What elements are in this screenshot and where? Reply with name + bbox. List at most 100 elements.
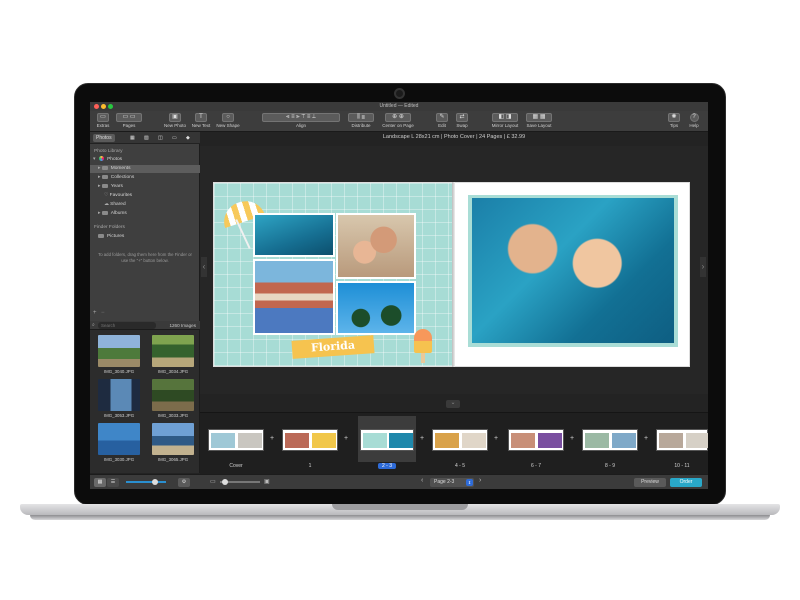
spread-cover[interactable] (208, 429, 264, 451)
grid-view-icon[interactable]: ▦ (94, 478, 106, 487)
photo-frame-2[interactable] (336, 213, 416, 279)
tab-cliparts-icon[interactable]: ◫ (158, 134, 163, 142)
tab-masks-icon[interactable]: ◆ (186, 134, 190, 142)
app-window: Untitled — Edited ▭ Extras ▭ ▭ Pages ▣ N… (90, 102, 708, 489)
remove-folder-minus-icon[interactable]: − (101, 310, 105, 316)
pages-button[interactable]: ▭ ▭ Pages (114, 113, 144, 131)
previous-spread-chevron-icon[interactable]: ‹ (421, 477, 423, 484)
add-page-plus-icon[interactable]: + (644, 435, 648, 442)
folder-icon (101, 174, 108, 179)
toolbar: ▭ Extras ▭ ▭ Pages ▣ New Photo T New Tex… (90, 111, 708, 132)
add-folder-plus-icon[interactable]: + (93, 310, 97, 316)
order-button[interactable]: Order (670, 478, 702, 487)
distribute-control[interactable]: ⫼ ≣ Distribute (346, 113, 376, 131)
new-text-button[interactable]: T New Text (190, 113, 212, 131)
add-folders-hint: To add folders, drag them here from the … (98, 252, 192, 263)
spread-label: 6 - 7 (530, 463, 541, 469)
previous-page-arrow-icon[interactable]: ‹ (201, 257, 207, 277)
tab-layouts-icon[interactable]: ▦ (130, 134, 135, 142)
swap-button[interactable]: ⇄ Swap (454, 113, 470, 131)
new-shape-label: New Shape (216, 123, 240, 128)
list-view-icon[interactable]: ☰ (107, 478, 119, 487)
next-spread-chevron-icon[interactable]: › (479, 477, 481, 484)
spread-label: 8 - 9 (604, 463, 615, 469)
tab-frames-icon[interactable]: ▭ (172, 134, 177, 142)
right-page[interactable] (453, 182, 690, 367)
distribute-label: Distribute (351, 123, 371, 128)
spread-thumb-photo (312, 433, 336, 448)
image-thumbnail[interactable] (152, 379, 194, 411)
tree-item-label: Collections (110, 175, 135, 180)
spread-thumb-photo (511, 433, 535, 448)
help-button[interactable]: ? Help (686, 113, 702, 131)
popsicle-stick (421, 353, 425, 363)
thumbnail-size-slider-knob[interactable] (152, 479, 158, 485)
next-page-arrow-icon[interactable]: › (700, 257, 706, 277)
search-icon: ⌕ (92, 322, 95, 328)
sidebar: Photos ▦ ▧ ◫ ▭ ◆ Photo Library ▾ Photos … (90, 132, 200, 321)
image-thumbnail[interactable] (152, 335, 194, 367)
add-page-plus-icon[interactable]: + (344, 435, 348, 442)
photo-frame-3[interactable] (253, 259, 335, 335)
spread-10-11[interactable] (656, 429, 708, 451)
tips-button[interactable]: ✺ Tips (666, 113, 682, 131)
canvas-zoom-slider-knob[interactable] (222, 479, 228, 485)
tree-item-albums[interactable]: ▸ Albums (98, 210, 127, 218)
thumbnail-label: IMG_3053.JPG (103, 413, 135, 418)
page-select-value: Page 2-3 (434, 479, 455, 485)
align-control[interactable]: ⫷ ≡ ⫸ ⊤ ≡ ⊥ Align (260, 113, 342, 131)
photo-frame-4[interactable] (336, 281, 416, 335)
tab-backgrounds-icon[interactable]: ▧ (144, 134, 149, 142)
image-thumbnail[interactable] (152, 423, 194, 455)
page-select[interactable]: Page 2-3 ⇕ (430, 478, 474, 487)
save-layout-button[interactable]: ▦ ▦ Save Layout (524, 113, 554, 131)
spread-thumb-photo (686, 433, 708, 448)
image-thumbnail[interactable] (98, 335, 140, 367)
tree-item-favourites[interactable]: ♡ Favourites (104, 192, 132, 200)
photo-library-label: Photo Library (94, 149, 123, 154)
photo-frame-1[interactable] (253, 213, 335, 257)
settings-gear-icon[interactable]: ⚙ (178, 478, 190, 487)
center-on-page-control[interactable]: ⊕ ⊕ Center on Page (378, 113, 418, 131)
spread-thumb-photo (238, 433, 262, 448)
window-title: Untitled — Edited (379, 103, 419, 109)
spread-2-3[interactable] (360, 429, 414, 451)
new-photo-button[interactable]: ▣ New Photo (162, 113, 188, 131)
add-page-plus-icon[interactable]: + (270, 435, 274, 442)
collapse-chevron-icon[interactable]: ⌄ (446, 400, 460, 408)
photo-kids-hug (255, 261, 333, 333)
spread-4-5[interactable] (432, 429, 488, 451)
new-shape-button[interactable]: ○ New Shape (214, 113, 242, 131)
tree-item-shared[interactable]: ☁ Shared (104, 201, 126, 209)
spread-8-9[interactable] (582, 429, 638, 451)
image-search-row: ⌕ 1260 Images (90, 321, 200, 330)
align-icons: ⫷ ≡ ⫸ ⊤ ≡ ⊥ (262, 113, 340, 122)
tree-item-moments[interactable]: ▸ Moments (90, 165, 200, 173)
thumbnail-size-slider[interactable] (126, 481, 166, 483)
spread-6-7[interactable] (508, 429, 564, 451)
photo-family (338, 215, 414, 277)
tree-photos[interactable]: ▾ Photos (93, 156, 197, 164)
add-page-plus-icon[interactable]: + (494, 435, 498, 442)
add-page-plus-icon[interactable]: + (420, 435, 424, 442)
extras-icon: ▭ (97, 113, 109, 122)
tree-item-pictures[interactable]: Pictures (98, 233, 124, 241)
image-thumbnail[interactable] (98, 423, 140, 455)
image-thumbnail[interactable] (98, 379, 140, 411)
mirror-layout-label: Mirror Layout (491, 123, 519, 128)
tree-item-collections[interactable]: ▸ Collections (98, 174, 134, 182)
extras-button[interactable]: ▭ Extras (94, 113, 112, 131)
preview-button[interactable]: Preview (634, 478, 666, 487)
tree-item-years[interactable]: ▸ Years (98, 183, 123, 191)
popsicle-clipart[interactable] (414, 329, 432, 353)
tab-photos[interactable]: Photos (93, 134, 115, 142)
tree-item-label: Years (110, 184, 123, 189)
edit-button[interactable]: ✎ Edit (434, 113, 450, 131)
spread-thumb-photo (211, 433, 235, 448)
mirror-layout-button[interactable]: ◧ ◨ Mirror Layout (488, 113, 522, 131)
add-page-plus-icon[interactable]: + (570, 435, 574, 442)
spread-1[interactable] (282, 429, 338, 451)
image-search-input[interactable] (98, 322, 156, 329)
photo-underwater[interactable] (472, 198, 674, 343)
folder-icon (98, 233, 104, 238)
